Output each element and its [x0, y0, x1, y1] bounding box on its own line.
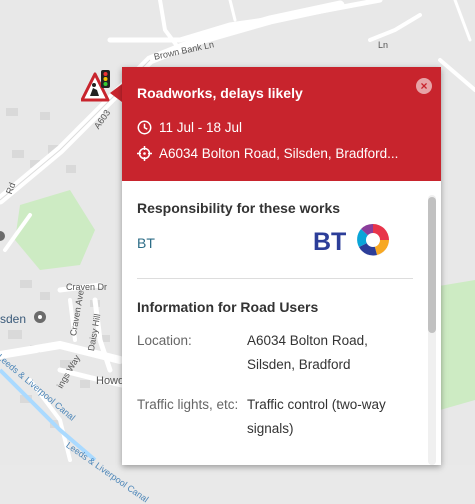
map-road-label: Howd [96, 375, 125, 387]
map-road-label: Ln [378, 40, 389, 50]
popup-header: Roadworks, delays likely × 11 Jul - 18 J… [122, 67, 441, 181]
popup-body: Responsibility for these works BT BT Inf… [122, 200, 441, 441]
location-row: A6034 Bolton Road, Silsden, Bradford... [137, 146, 398, 161]
map-road-label: Craven Dr [66, 282, 108, 292]
popup-pointer [110, 84, 122, 102]
bt-logo: BT [311, 219, 395, 261]
close-button[interactable]: × [416, 78, 432, 94]
popup-scrollbar[interactable] [428, 195, 436, 465]
info-row-traffic: Traffic lights, etc: Traffic control (tw… [137, 393, 413, 441]
info-value: Traffic control (two-way signals) [247, 397, 386, 436]
info-title: Information for Road Users [137, 299, 319, 315]
responsibility-row: BT BT [137, 216, 413, 279]
responsibility-title: Responsibility for these works [137, 200, 341, 216]
info-key: Traffic lights, etc: [137, 397, 239, 412]
popup-title: Roadworks, delays likely [137, 85, 303, 101]
scrollbar-thumb[interactable] [428, 197, 436, 333]
info-value: A6034 Bolton Road, Silsden, Bradford [247, 333, 368, 372]
clock-icon [137, 120, 152, 135]
info-row-location: Location: A6034 Bolton Road, Silsden, Br… [137, 329, 413, 377]
map-place-label: sden [0, 312, 27, 326]
info-key: Location: [137, 333, 192, 348]
location-text: A6034 Bolton Road, Silsden, Bradford... [159, 146, 399, 161]
roadworks-popup: Roadworks, delays likely × 11 Jul - 18 J… [122, 67, 441, 465]
responsible-org-link[interactable]: BT [137, 235, 155, 251]
dates-row: 11 Jul - 18 Jul [137, 120, 242, 135]
bt-logo-text: BT [313, 228, 346, 256]
crosshair-icon [137, 146, 152, 161]
dates-text: 11 Jul - 18 Jul [159, 120, 243, 135]
